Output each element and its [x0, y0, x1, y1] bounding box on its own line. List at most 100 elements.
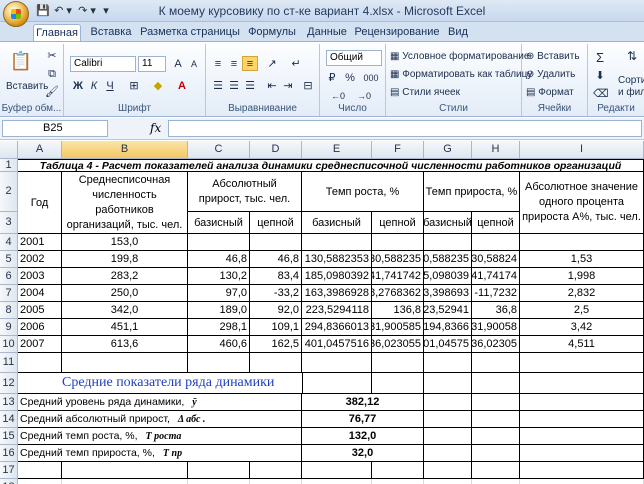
clear-icon[interactable]: ⌫ [592, 86, 609, 101]
header-chain[interactable]: цепной [250, 212, 302, 234]
table-cell[interactable]: 1,53 [520, 251, 644, 268]
table-cell[interactable] [372, 479, 424, 484]
table-cell[interactable]: 2,832 [520, 285, 644, 302]
table-cell[interactable] [302, 479, 372, 484]
increase-indent-icon[interactable]: ⇥ [280, 78, 296, 93]
table-cell[interactable]: 342,0 [62, 302, 188, 319]
align-middle-icon[interactable]: ≡ [226, 56, 242, 71]
cut-icon[interactable]: ✂ [44, 48, 60, 63]
insert-function-icon[interactable]: fx [150, 121, 161, 135]
table-cell[interactable] [188, 462, 250, 479]
table-cell[interactable]: 2001 [18, 234, 62, 251]
table-cell[interactable]: 136,023055 [372, 336, 424, 353]
table-cell[interactable] [250, 479, 302, 484]
sort-filter-icon[interactable]: ⇅ [622, 48, 642, 63]
office-button[interactable] [3, 1, 29, 27]
sort-filter-button-line2[interactable]: и фил [618, 86, 644, 100]
table-cell[interactable]: 613,6 [62, 336, 188, 353]
table-cell[interactable] [302, 373, 372, 394]
table-cell[interactable] [372, 462, 424, 479]
header-basic[interactable]: базисный [302, 212, 372, 234]
table-cell[interactable]: 1,998 [520, 268, 644, 285]
table-cell[interactable] [62, 462, 188, 479]
row-header[interactable]: 2 [0, 172, 18, 212]
table-cell[interactable]: 460,6 [188, 336, 250, 353]
table-cell[interactable]: 2002 [18, 251, 62, 268]
table-cell[interactable]: 46,8 [250, 251, 302, 268]
align-bottom-icon[interactable]: ≡ [242, 56, 258, 71]
table-cell[interactable] [520, 445, 644, 462]
table-cell[interactable]: 2007 [18, 336, 62, 353]
table-cell[interactable]: 3,42 [520, 319, 644, 336]
table-cell[interactable] [302, 462, 372, 479]
row-header[interactable]: 10 [0, 336, 18, 353]
delete-cells-button[interactable]: ⊖ Удалить [526, 68, 575, 82]
table-cell[interactable] [188, 479, 250, 484]
table-cell[interactable]: 194,8366 [424, 319, 472, 336]
table-cell[interactable]: 41,74174 [472, 268, 520, 285]
table-cell[interactable] [424, 234, 472, 251]
formula-input[interactable] [168, 120, 642, 137]
table-title[interactable]: Таблица 4 - Расчет показателей анализа д… [18, 159, 644, 172]
header-abs-growth[interactable]: Абсолютный прирост, тыс. чел. [188, 172, 302, 212]
table-cell[interactable] [520, 353, 644, 373]
table-cell[interactable]: 88,2768362 [372, 285, 424, 302]
row-header[interactable]: 15 [0, 428, 18, 445]
table-cell[interactable] [302, 234, 372, 251]
italic-button[interactable]: К [86, 78, 102, 93]
table-cell[interactable]: -11,7232 [472, 285, 520, 302]
table-cell[interactable]: 36,8 [472, 302, 520, 319]
header-avg-count[interactable]: Среднесписочная численность работников о… [62, 172, 188, 234]
table-cell[interactable] [372, 234, 424, 251]
average-label[interactable]: Средний уровень ряда динамики, ȳ [18, 394, 302, 411]
row-header[interactable]: 4 [0, 234, 18, 251]
table-cell[interactable] [18, 353, 62, 373]
currency-icon[interactable]: ₽ [324, 70, 340, 85]
shrink-font-icon[interactable]: A [186, 56, 202, 71]
table-cell[interactable]: 123,52941 [424, 302, 472, 319]
average-label[interactable]: Средний темп роста, %, T роста [18, 428, 302, 445]
table-cell[interactable]: 283,2 [62, 268, 188, 285]
table-cell[interactable]: 2003 [18, 268, 62, 285]
name-box[interactable]: B25 [2, 120, 108, 137]
table-cell[interactable] [18, 462, 62, 479]
tab-data[interactable]: Данные [304, 24, 350, 42]
table-cell[interactable] [250, 234, 302, 251]
table-cell[interactable] [472, 411, 520, 428]
table-cell[interactable] [18, 479, 62, 484]
table-cell[interactable] [520, 411, 644, 428]
row-header[interactable]: 9 [0, 319, 18, 336]
table-cell[interactable] [62, 479, 188, 484]
table-cell[interactable]: 451,1 [62, 319, 188, 336]
table-cell[interactable]: 97,0 [188, 285, 250, 302]
table-cell[interactable]: 298,1 [188, 319, 250, 336]
row-header[interactable]: 7 [0, 285, 18, 302]
table-cell[interactable] [188, 353, 250, 373]
table-cell[interactable]: 130,2 [188, 268, 250, 285]
font-size-select[interactable]: 11 [138, 56, 166, 72]
table-cell[interactable] [472, 479, 520, 484]
table-cell[interactable]: 153,0 [62, 234, 188, 251]
table-cell[interactable]: 401,0457516 [302, 336, 372, 353]
borders-icon[interactable]: ⊞ [126, 78, 142, 93]
row-header[interactable]: 5 [0, 251, 18, 268]
average-value[interactable]: 76,77 [302, 411, 424, 428]
copy-icon[interactable]: ⧉ [44, 66, 60, 81]
table-cell[interactable]: 2006 [18, 319, 62, 336]
table-cell[interactable] [520, 234, 644, 251]
table-cell[interactable]: 189,0 [188, 302, 250, 319]
table-cell[interactable] [372, 353, 424, 373]
align-top-icon[interactable]: ≡ [210, 56, 226, 71]
row-header[interactable]: 12 [0, 373, 18, 394]
percent-button[interactable]: % [342, 70, 358, 85]
table-cell[interactable]: 83,4 [250, 268, 302, 285]
table-cell[interactable]: 162,5 [250, 336, 302, 353]
table-cell[interactable] [520, 394, 644, 411]
table-cell[interactable] [372, 373, 424, 394]
column-header[interactable]: B [62, 141, 188, 159]
header-growth-rate[interactable]: Темп роста, % [302, 172, 424, 212]
table-cell[interactable]: 46,8 [188, 251, 250, 268]
table-cell[interactable]: 30,58824 [472, 251, 520, 268]
row-header[interactable]: 18 [0, 479, 18, 484]
average-label[interactable]: Средний темп прироста, %, T пр [18, 445, 302, 462]
